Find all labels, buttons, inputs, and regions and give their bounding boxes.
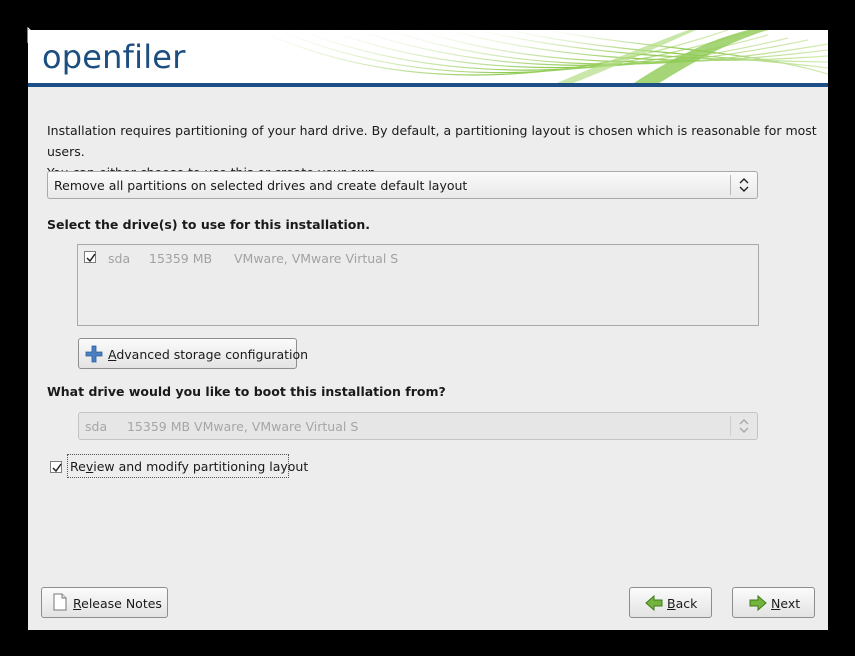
drive-checkbox[interactable] bbox=[84, 251, 96, 263]
review-layout-focus[interactable]: Review and modify partitioning layout bbox=[67, 454, 308, 478]
partition-layout-select[interactable]: Remove all partitions on selected drives… bbox=[47, 171, 758, 199]
checkmark-icon bbox=[86, 253, 96, 263]
drive-row[interactable]: sda 15359 MB VMware, VMware Virtual S bbox=[84, 251, 398, 341]
boot-drive-value: sda 15359 MB VMware, VMware Virtual S bbox=[85, 419, 359, 434]
boot-drive-select[interactable]: sda 15359 MB VMware, VMware Virtual S bbox=[78, 412, 758, 440]
select-drives-label: Select the drive(s) to use for this inst… bbox=[47, 217, 371, 232]
next-arrow-icon bbox=[749, 594, 767, 612]
drive-name: sda bbox=[108, 251, 131, 266]
combo-separator bbox=[730, 416, 731, 436]
back-button[interactable]: Back bbox=[629, 587, 712, 618]
next-label: Next bbox=[771, 596, 801, 611]
advanced-storage-label: Advanced storage configuration bbox=[108, 347, 309, 362]
release-notes-label: Release Notes bbox=[73, 596, 162, 611]
review-layout-checkbox[interactable] bbox=[50, 461, 62, 473]
installer-window: openfiler Installation requires partitio… bbox=[28, 30, 828, 630]
combo-separator bbox=[730, 175, 731, 195]
drive-list: sda 15359 MB VMware, VMware Virtual S bbox=[77, 244, 759, 326]
next-button[interactable]: Next bbox=[732, 587, 815, 618]
intro-line-1: Installation requires partitioning of yo… bbox=[47, 123, 817, 159]
openfiler-logo: openfiler bbox=[42, 38, 186, 76]
boot-drive-label: What drive would you like to boot this i… bbox=[47, 384, 446, 399]
release-notes-button[interactable]: Release Notes bbox=[41, 587, 168, 618]
review-layout-label: Review and modify partitioning layout bbox=[70, 459, 309, 474]
advanced-storage-button[interactable]: Advanced storage configuration bbox=[78, 338, 308, 369]
add-plus-icon bbox=[85, 345, 103, 363]
drive-model: VMware, VMware Virtual S bbox=[234, 251, 399, 266]
back-label: Back bbox=[667, 596, 698, 611]
partition-layout-value: Remove all partitions on selected drives… bbox=[54, 178, 468, 193]
document-icon bbox=[53, 593, 67, 611]
checkmark-icon bbox=[52, 463, 62, 473]
back-arrow-icon bbox=[645, 594, 663, 612]
up-down-arrows-icon bbox=[739, 178, 749, 192]
up-down-arrows-icon bbox=[739, 419, 749, 433]
header-banner: openfiler bbox=[28, 30, 828, 87]
drive-size: 15359 MB bbox=[149, 251, 213, 266]
